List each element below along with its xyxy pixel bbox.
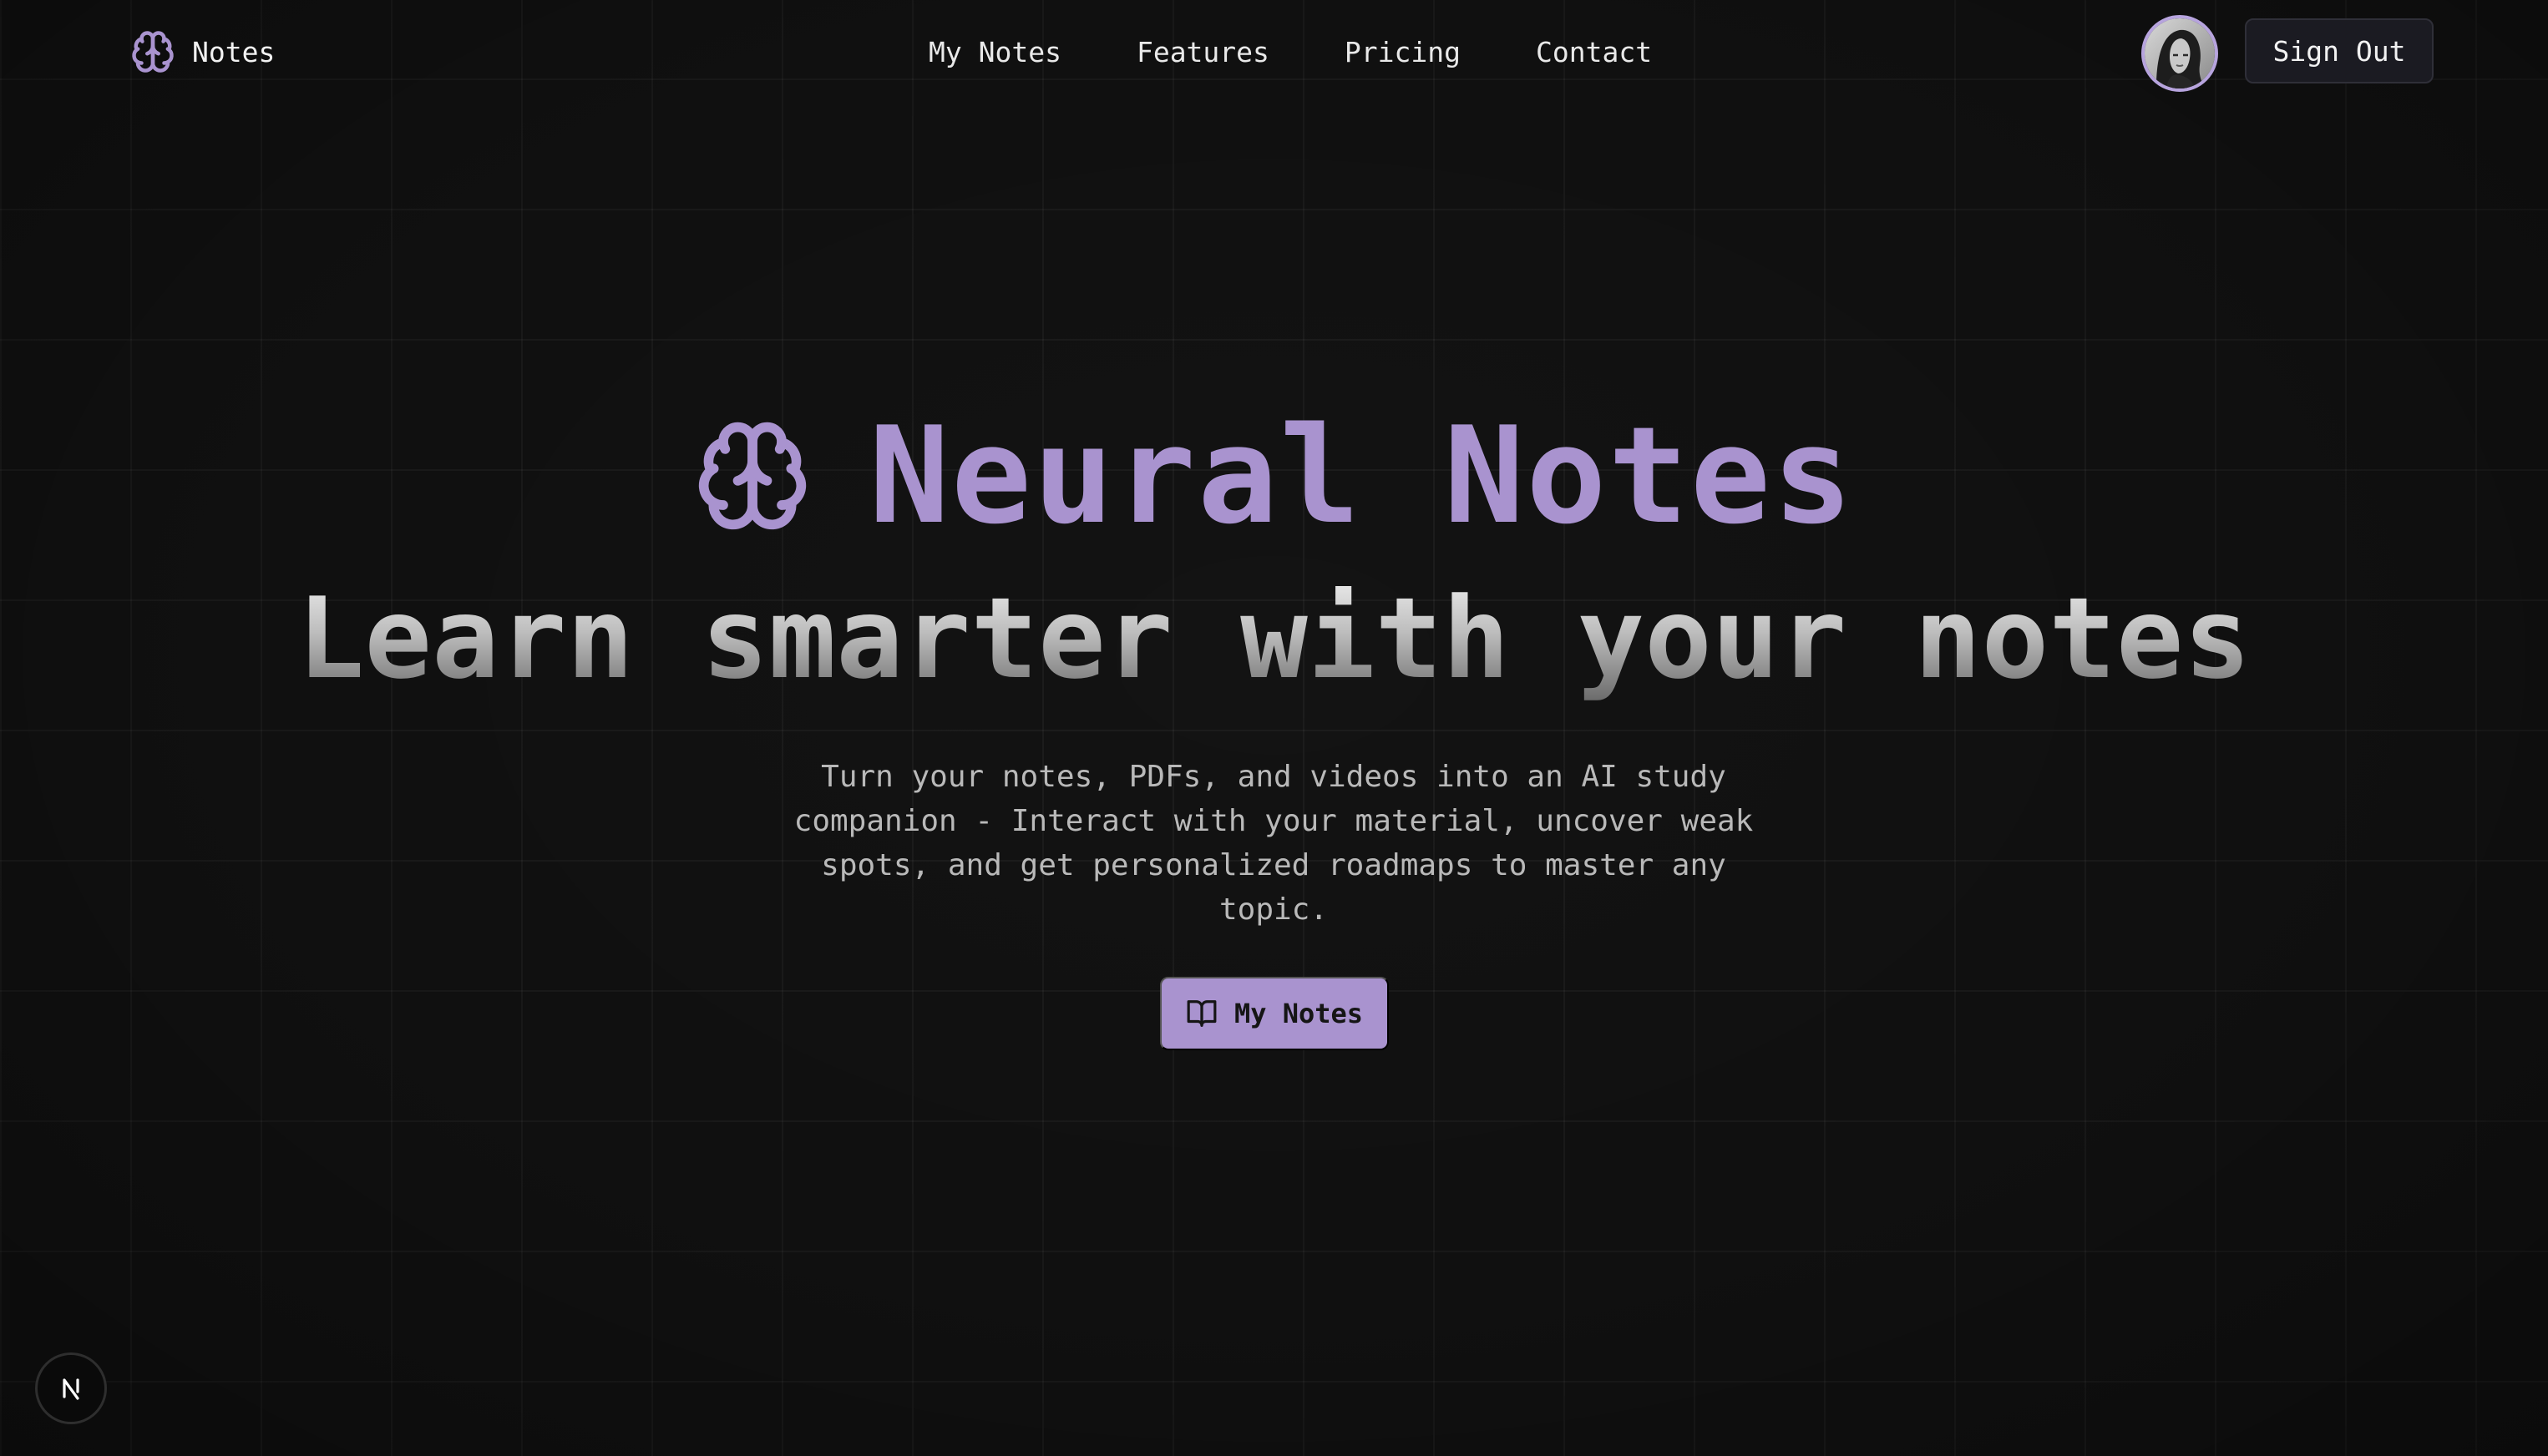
cta-label: My Notes bbox=[1233, 998, 1364, 1029]
hero-title-row: Neural Notes bbox=[0, 401, 2548, 551]
navbar: Notes My Notes Features Pricing Contact … bbox=[0, 0, 2548, 104]
nav-link-pricing[interactable]: Pricing bbox=[1345, 36, 1461, 68]
hero-description: Turn your notes, PDFs, and videos into a… bbox=[793, 760, 1754, 927]
nextjs-logo-icon[interactable] bbox=[35, 1352, 107, 1424]
brand-link[interactable]: Notes bbox=[130, 27, 275, 77]
brain-icon bbox=[130, 29, 175, 74]
nav-link-my-notes[interactable]: My Notes bbox=[929, 36, 1061, 68]
brand-label: Notes bbox=[192, 35, 276, 68]
main-nav: My Notes Features Pricing Contact bbox=[929, 27, 1652, 77]
my-notes-cta-button[interactable]: My Notes bbox=[1160, 977, 1389, 1050]
brain-icon bbox=[694, 417, 811, 534]
book-open-icon bbox=[1186, 998, 1218, 1029]
hero-tagline: Learn smarter with your notes bbox=[0, 576, 2548, 701]
nav-link-contact[interactable]: Contact bbox=[1536, 36, 1652, 68]
sign-out-button[interactable]: Sign Out bbox=[2245, 18, 2434, 83]
nav-link-features[interactable]: Features bbox=[1137, 36, 1269, 68]
hero-title: Neural Notes bbox=[869, 397, 1855, 554]
grid-background bbox=[0, 0, 2548, 1456]
user-avatar[interactable] bbox=[2141, 15, 2218, 92]
